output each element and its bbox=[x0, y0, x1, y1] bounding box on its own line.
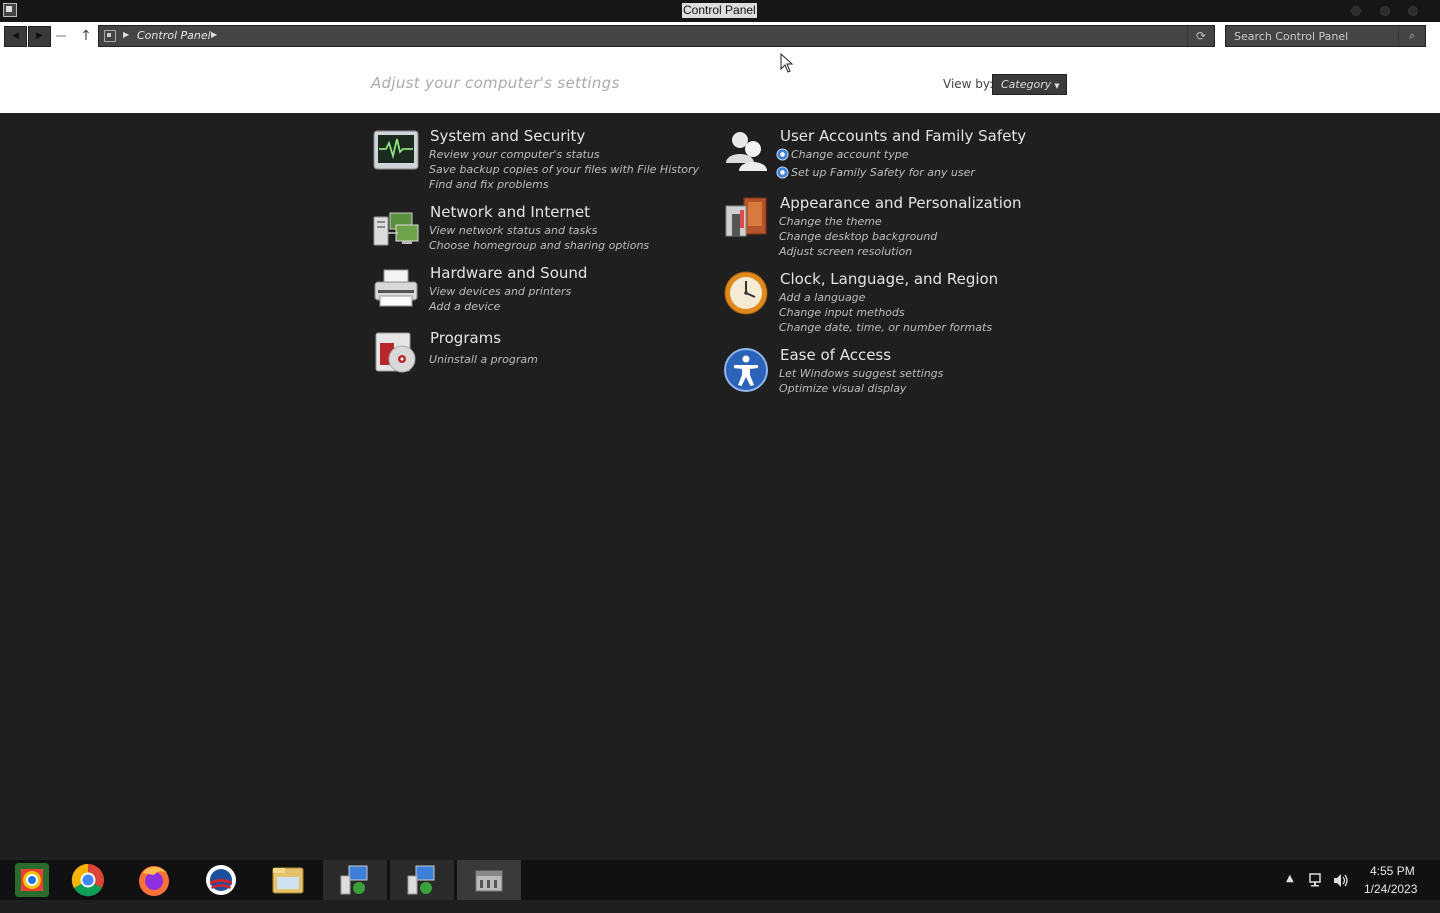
up-arrow-icon[interactable]: ↑ bbox=[77, 27, 95, 45]
category-link[interactable]: Add a device bbox=[429, 300, 500, 313]
obama-logo-icon bbox=[206, 865, 236, 895]
category-link[interactable]: Change the theme bbox=[779, 215, 882, 228]
network-settings-icon bbox=[340, 865, 368, 895]
appearance-icon[interactable] bbox=[722, 194, 770, 242]
file-explorer-icon bbox=[272, 867, 304, 894]
network-settings-icon bbox=[407, 865, 435, 895]
category-link[interactable]: Uninstall a program bbox=[429, 353, 538, 366]
system-security-icon[interactable] bbox=[372, 127, 420, 175]
category-link[interactable]: View network status and tasks bbox=[429, 224, 597, 237]
category-link-text: Change account type bbox=[791, 148, 909, 161]
control-panel-icon bbox=[104, 30, 116, 42]
category-link[interactable]: Add a language bbox=[779, 291, 865, 304]
category-title[interactable]: Ease of Access bbox=[780, 346, 891, 364]
category-link[interactable]: Set up Family Safety for any user bbox=[776, 166, 975, 179]
taskbar-control-panel[interactable] bbox=[457, 860, 521, 900]
window-title: Control Panel bbox=[682, 3, 757, 18]
admin-shield-icon bbox=[776, 148, 789, 161]
close-button[interactable] bbox=[1408, 6, 1418, 16]
category-link[interactable]: Change date, time, or number formats bbox=[779, 321, 992, 334]
taskbar: ▲ 4:55 PM 1/24/2023 bbox=[0, 860, 1440, 900]
category-link[interactable]: Change input methods bbox=[779, 306, 905, 319]
category-link[interactable]: Review your computer's status bbox=[429, 148, 600, 161]
search-icon[interactable]: ⌕ bbox=[1398, 26, 1425, 46]
taskbar-file-explorer[interactable] bbox=[256, 860, 320, 900]
maximize-button[interactable] bbox=[1380, 6, 1390, 16]
category-title[interactable]: Hardware and Sound bbox=[430, 264, 587, 282]
category-link[interactable]: Optimize visual display bbox=[779, 382, 906, 395]
title-bar: Control Panel bbox=[0, 0, 1440, 22]
taskbar-obama[interactable] bbox=[189, 860, 253, 900]
view-by-dropdown[interactable]: Category ▼ bbox=[992, 74, 1067, 95]
category-link-text: Set up Family Safety for any user bbox=[791, 166, 975, 179]
admin-shield-icon bbox=[776, 166, 789, 179]
category-title[interactable]: Network and Internet bbox=[430, 203, 590, 221]
taskbar-time[interactable]: 4:55 PM bbox=[1370, 864, 1415, 878]
view-by-label: View by: bbox=[943, 77, 994, 91]
taskbar-network-settings[interactable] bbox=[323, 860, 387, 900]
category-link[interactable]: Let Windows suggest settings bbox=[779, 367, 943, 380]
forward-button[interactable]: ▶ bbox=[28, 26, 51, 47]
category-title[interactable]: System and Security bbox=[430, 127, 585, 145]
category-link[interactable]: View devices and printers bbox=[429, 285, 571, 298]
firefox-icon bbox=[139, 866, 169, 896]
volume-icon[interactable] bbox=[1333, 873, 1349, 888]
recent-locations-dropdown[interactable] bbox=[56, 35, 66, 37]
accessibility-icon[interactable] bbox=[722, 346, 770, 394]
back-button[interactable]: ◀ bbox=[4, 26, 27, 47]
address-bar[interactable]: ▶ Control Panel ▶ ⟳ bbox=[98, 25, 1215, 47]
network-status-icon[interactable] bbox=[1309, 873, 1325, 888]
chrome-icon bbox=[71, 863, 104, 897]
taskbar-chrome[interactable] bbox=[56, 860, 120, 900]
page-title: Adjust your computer's settings bbox=[371, 74, 620, 92]
printer-icon[interactable] bbox=[372, 264, 420, 312]
chrome-beta-icon bbox=[15, 863, 49, 897]
breadcrumb-arrow-icon[interactable]: ▶ bbox=[211, 30, 217, 39]
search-box[interactable]: Search Control Panel ⌕ bbox=[1225, 25, 1426, 47]
navigation-bar: ◀ ▶ ↑ ▶ Control Panel ▶ ⟳ Search Control… bbox=[0, 22, 1440, 50]
category-link[interactable]: Find and fix problems bbox=[429, 178, 549, 191]
category-title[interactable]: Appearance and Personalization bbox=[780, 194, 1022, 212]
mouse-cursor-icon bbox=[780, 53, 794, 73]
search-input[interactable]: Search Control Panel bbox=[1234, 30, 1348, 43]
category-link[interactable]: Choose homegroup and sharing options bbox=[429, 239, 649, 252]
category-title[interactable]: Clock, Language, and Region bbox=[780, 270, 998, 288]
breadcrumb-control-panel[interactable]: Control Panel bbox=[137, 29, 211, 42]
show-hidden-icons[interactable]: ▲ bbox=[1286, 873, 1294, 913]
category-link[interactable]: Adjust screen resolution bbox=[779, 245, 912, 258]
clock-icon[interactable] bbox=[722, 270, 770, 318]
taskbar-network-settings-2[interactable] bbox=[390, 860, 454, 900]
breadcrumb-arrow-icon[interactable]: ▶ bbox=[123, 30, 129, 39]
view-by-value: Category bbox=[1001, 78, 1052, 91]
page-header: Adjust your computer's settings View by:… bbox=[0, 50, 1440, 113]
control-panel-window-icon[interactable] bbox=[3, 3, 17, 17]
taskbar-date[interactable]: 1/24/2023 bbox=[1364, 882, 1417, 896]
programs-icon[interactable] bbox=[372, 329, 420, 377]
category-title[interactable]: User Accounts and Family Safety bbox=[780, 127, 1026, 145]
taskbar-chrome-beta[interactable] bbox=[0, 860, 64, 900]
category-title[interactable]: Programs bbox=[430, 329, 501, 347]
chevron-down-icon: ▼ bbox=[1054, 82, 1060, 90]
category-link[interactable]: Save backup copies of your files with Fi… bbox=[429, 163, 699, 176]
taskbar-firefox[interactable] bbox=[122, 860, 186, 900]
category-link[interactable]: Change desktop background bbox=[779, 230, 937, 243]
network-icon[interactable] bbox=[372, 203, 420, 251]
minimize-button[interactable] bbox=[1351, 6, 1361, 16]
control-panel-icon bbox=[475, 870, 503, 892]
refresh-icon[interactable]: ⟳ bbox=[1187, 26, 1214, 46]
users-icon[interactable] bbox=[722, 127, 770, 175]
category-link[interactable]: Change account type bbox=[776, 148, 909, 161]
